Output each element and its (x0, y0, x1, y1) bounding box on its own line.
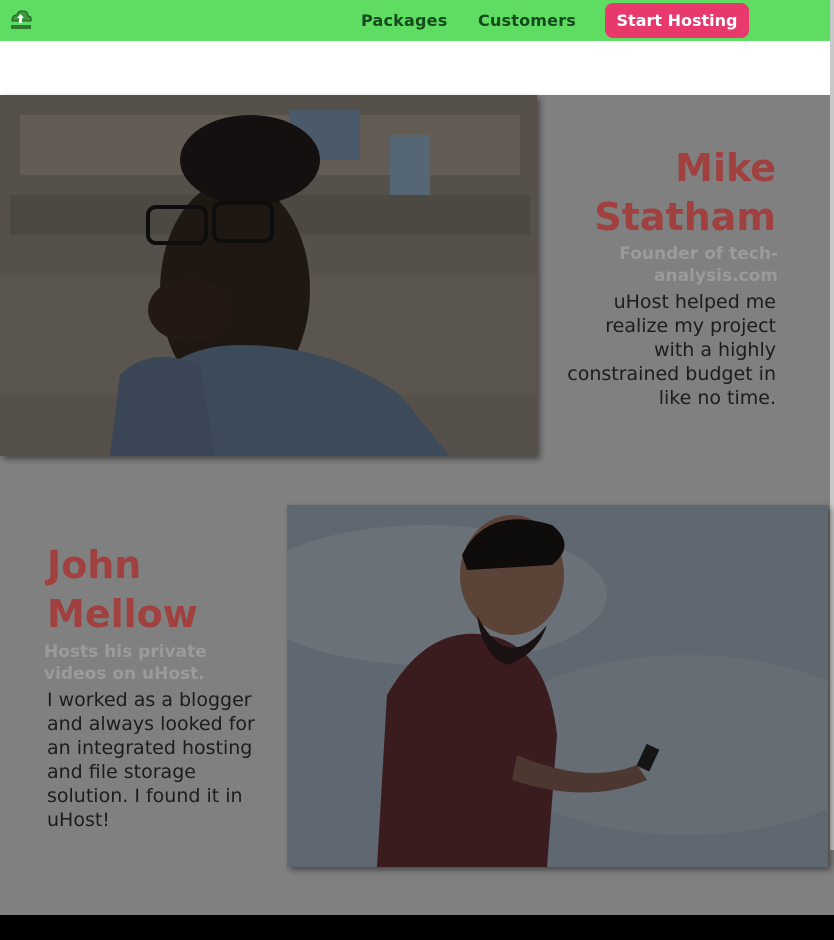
page-footer (0, 915, 834, 940)
nav-customers-link[interactable]: Customers (478, 11, 576, 30)
testimonial-quote-1: uHost helped me realize my project with … (567, 291, 776, 409)
man-thinking-photo (0, 95, 537, 456)
testimonial-subtitle-1: Founder of tech-analysis.com (619, 244, 778, 286)
main-header: Packages Customers Start Hosting (0, 0, 830, 41)
uhost-logo-icon[interactable] (8, 7, 34, 31)
nav-packages-link[interactable]: Packages (361, 11, 447, 30)
man-with-phone-photo (287, 505, 828, 867)
header-spacer (0, 41, 830, 95)
scrollbar[interactable] (830, 0, 834, 850)
testimonial-name-2: John Mellow (47, 543, 198, 636)
testimonial-name-1: Mike Statham (594, 146, 776, 239)
testimonial-subtitle-2: Hosts his private videos on uHost. (44, 642, 207, 684)
start-hosting-button[interactable]: Start Hosting (605, 3, 749, 38)
testimonial-quote-2: I worked as a blogger and always looked … (47, 689, 255, 831)
